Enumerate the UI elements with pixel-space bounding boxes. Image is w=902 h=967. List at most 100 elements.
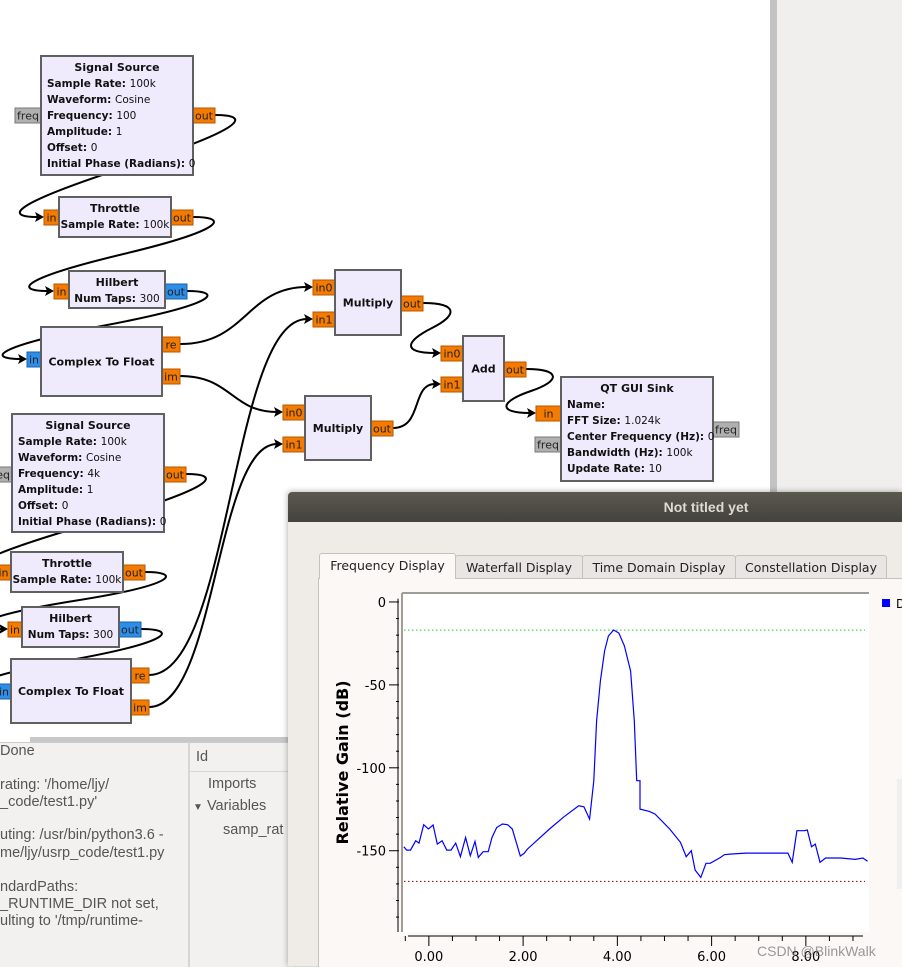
tree-item-imports[interactable]: Imports [208,776,256,792]
block-param-frequency: Frequency: 4k [18,468,101,480]
block-complex-to-float[interactable]: in re im Complex To Float [0,658,150,724]
block-param-waveform: Waveform: Cosine [47,94,150,106]
watermark: CSDN @BlinkWalk [757,943,876,959]
x-tick-label: 4.00 [603,950,632,965]
block-param-name: Name: [567,399,605,411]
block-title: Hilbert [96,276,139,289]
y-tick-label: -100 [356,762,386,777]
port-label: in1 [443,379,460,392]
console-line: _code/test1.py' [0,794,98,810]
block-title: Throttle [90,202,140,215]
block-multiply[interactable]: in0 in1 out Multiply [312,269,424,336]
block-param-amplitude: Amplitude: 1 [47,126,122,138]
variables-panel: Id Imports ▼ Variables samp_rat [188,742,290,967]
console-line: rating: '/home/ljy/ [0,777,110,793]
header-divider [190,771,290,772]
port-label: in0 [443,348,460,361]
tab-constellation-display[interactable]: Constellation Display [735,555,887,579]
port-label: im [133,702,147,715]
window-titlebar[interactable]: Not titled yet [288,492,902,522]
connection-line[interactable] [179,375,278,413]
block-title: Complex To Float [18,685,124,698]
port-label: in1 [315,314,332,327]
tree-item-variables[interactable]: ▼ Variables [193,798,266,814]
block-param-initial-phase-radians: Initial Phase (Radians): 0 [18,516,166,528]
port-label: in [46,212,56,225]
window-title: Not titled yet [663,499,749,515]
block-title: Throttle [42,557,92,570]
port-label: out [167,286,186,299]
x-tick-label: 6.00 [697,950,726,965]
block-param-offset: Offset: 0 [47,142,97,154]
y-tick-label: -50 [365,679,386,694]
block-complex-to-float[interactable]: in re im Complex To Float [26,326,181,397]
qt-gui-window: Not titled yet Frequency Display Waterfa… [288,492,902,967]
id-column-header[interactable]: Id [196,749,208,765]
block-title: Add [471,363,495,376]
tab-time-domain-display[interactable]: Time Domain Display [582,555,736,579]
port-label: out [125,567,144,580]
connection-line[interactable] [179,286,308,345]
block-add[interactable]: in0 in1 out Add [440,335,527,402]
port-label: in [56,286,66,299]
block-signal-source[interactable]: freq out Signal Source Sample Rate: 100k Wav… [0,413,187,533]
block-throttle[interactable]: in out Throttle Sample Rate: 100k [0,551,146,593]
console-line: me/ljy/usrp_code/test1.py [0,845,165,861]
port-label: out [403,298,422,311]
frequency-plot[interactable]: 0-50-100-1500.00 2.00 4.00 6.00 8.00Relative… [319,579,902,967]
block-signal-source[interactable]: freq out Signal Source Sample Rate: 100k Wav… [14,55,216,176]
block-param-num-taps: Num Taps: 300 [28,629,113,641]
block-qt-gui-sink[interactable]: in freq freq QT GUI Sink Name: FFT Size: 1.0… [534,376,740,482]
block-param-center-frequency-hz: Center Frequency (Hz): 0 [567,431,714,443]
connection-line[interactable] [392,383,436,429]
y-tick-label: 0 [378,596,386,611]
port-label: im [164,371,178,384]
legend-swatch[interactable] [882,599,890,607]
legend-label[interactable]: D [896,597,902,611]
block-param-sample-rate: Sample Rate: 100k [47,78,157,90]
port-label: freq [0,469,10,482]
x-tick-label: 0.00 [414,950,443,965]
block-hilbert[interactable]: in out Hilbert Num Taps: 300 [53,270,188,309]
port-label: in [29,354,39,367]
port-label: in1 [285,439,302,452]
block-title: Hilbert [49,612,92,625]
block-param-initial-phase-radians: Initial Phase (Radians): 0 [47,158,195,170]
block-title: Complex To Float [48,356,154,369]
block-multiply[interactable]: in0 in1 out Multiply [282,395,394,461]
tab-waterfall-display[interactable]: Waterfall Display [455,555,583,579]
port-label: out [195,110,214,123]
block-param-sample-rate: Sample Rate: 100k [61,219,171,231]
port-label: in [0,567,9,580]
block-param-update-rate: Update Rate: 10 [567,463,662,475]
triangle-down-icon[interactable]: ▼ [193,802,203,813]
block-param-sample-rate: Sample Rate: 100k [13,574,123,586]
block-title: Signal Source [74,61,159,74]
arrow-head-icon [0,624,8,634]
console-panel: Done rating: '/home/ljy/ _code/test1.py'… [0,742,188,967]
block-param-num-taps: Num Taps: 300 [74,293,159,305]
port-label: out [373,423,392,436]
port-label: re [165,339,176,352]
block-param-frequency: Frequency: 100 [47,110,136,122]
block-param-offset: Offset: 0 [18,500,68,512]
block-title: Multiply [313,422,363,435]
frequency-display-panel: 0 -50 -100 -150 0.00 2.00 4.00 6.00 8.00 Relative… [318,578,902,967]
tab-frequency-display[interactable]: Frequency Display [319,553,456,579]
tree-item-samp-rate[interactable]: samp_rat [223,822,283,838]
x-tick-label: 2.00 [509,950,538,965]
side-panel-edge [897,779,902,889]
block-param-amplitude: Amplitude: 1 [18,484,93,496]
y-tick-label: -150 [356,845,386,860]
port-label: re [134,670,145,683]
port-label: out [173,212,192,225]
console-line: _RUNTIME_DIR not set, [0,896,159,912]
block-hilbert[interactable]: in out Hilbert Num Taps: 300 [7,606,142,648]
block-throttle[interactable]: in out Throttle Sample Rate: 100k [43,196,194,238]
block-title: QT GUI Sink [600,382,674,395]
y-axis-label: Relative Gain (dB) [333,680,352,844]
console-line: Done [0,743,35,759]
block-param-bandwidth-hz: Bandwidth (Hz): 100k [567,447,693,459]
console-line: uting: /usr/bin/python3.6 - [0,827,164,843]
port-label: in0 [285,407,302,420]
